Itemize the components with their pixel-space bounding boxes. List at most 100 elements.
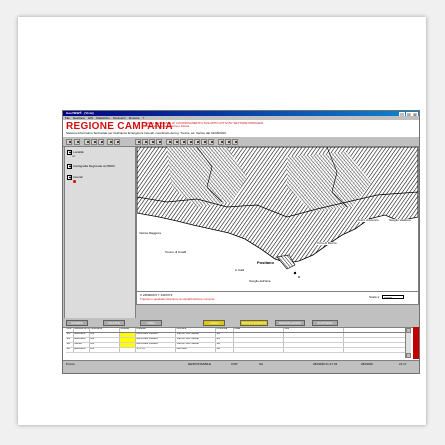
create-button[interactable]: CREA: [140, 319, 162, 326]
column-header[interactable]: Gravita: [120, 328, 136, 332]
filatte-button[interactable]: FILATTE: [103, 319, 125, 326]
scale-label: Scala 1:: [369, 295, 380, 299]
table-scrollbar[interactable]: [405, 328, 411, 358]
table-cell: BG: [90, 348, 120, 352]
label-icon[interactable]: [208, 138, 214, 145]
find-icon[interactable]: [201, 138, 207, 145]
legend-icon[interactable]: [98, 138, 104, 145]
table-cell: SA: [66, 343, 74, 347]
identify-icon[interactable]: [180, 138, 186, 145]
table-cell: Elicottero: [74, 338, 90, 342]
pointer-icon[interactable]: [135, 138, 141, 145]
layer-incendi[interactable]: Incendi: [67, 175, 83, 180]
layer-checkbox[interactable]: [67, 150, 72, 155]
status-datetime: 28/09/99 21:17:33: [313, 361, 338, 366]
table-cell: [234, 343, 284, 347]
column-header[interactable]: Comune: [176, 328, 216, 332]
events-table: Cod Metodo Arrivo Operatore Gravita Loca…: [63, 327, 419, 360]
layers-icon[interactable]: [84, 138, 90, 145]
column-header[interactable]: Data: [234, 328, 284, 332]
read-button[interactable]: LEGGI: [203, 319, 225, 326]
table-cell: BG: [90, 343, 120, 347]
table-cell: SA: [216, 338, 234, 342]
full-extent-icon[interactable]: [166, 138, 172, 145]
fire-icon[interactable]: [225, 138, 231, 145]
table-cell: [234, 348, 284, 352]
table-cell: [234, 338, 284, 342]
layer-label: Incendi: [73, 174, 83, 179]
table-cell: [284, 338, 344, 342]
status-role: RESPONSABILE: [188, 361, 212, 366]
map-label: Scoglio dell'Isca: [249, 279, 271, 283]
map-label: Scoglio Vadituro: [389, 218, 411, 222]
layer-checkbox[interactable]: [67, 175, 72, 180]
print-icon[interactable]: [107, 138, 113, 145]
scroll-up-icon[interactable]: [406, 328, 411, 333]
table-cell: SA: [66, 338, 74, 342]
table-cell: [120, 333, 136, 337]
pan-icon[interactable]: [156, 138, 162, 145]
zoom-in-icon[interactable]: [142, 138, 148, 145]
save-icon[interactable]: [74, 138, 80, 145]
map-label: Tovere di Amalfi: [165, 250, 187, 254]
table-right-strip: [413, 327, 419, 359]
table-cell: Elicottero: [74, 333, 90, 337]
print-button[interactable]: STAMPA: [66, 319, 88, 326]
table-cell: [120, 348, 136, 352]
table-cell: VIETRI SUL MARE: [176, 343, 216, 347]
table-cell: SA: [66, 333, 74, 337]
table-cell: SA: [216, 333, 234, 337]
status-text: Pronto: [66, 361, 75, 366]
action-bar: STAMPA FILATTE CREA LEGGI NUOVO EVENTO S…: [63, 318, 419, 327]
table-cell: S.VITO: [136, 348, 176, 352]
layer-checkbox[interactable]: [67, 164, 72, 169]
column-header[interactable]: Cod: [66, 328, 74, 332]
coordinate-bar: X 2450000.5 Y 4497272 Traccia in qualsia…: [136, 291, 419, 305]
table-cell: [284, 333, 344, 337]
app-window: GeoVIEW® - [Vista] _ □ × File Gestione G…: [62, 110, 420, 374]
table-cell: VIETRI SUL MARE: [176, 338, 216, 342]
table-cell: [284, 343, 344, 347]
select-icon[interactable]: [194, 138, 200, 145]
refresh-icon[interactable]: [218, 138, 224, 145]
column-header[interactable]: Operatore: [90, 328, 120, 332]
map-label: Positano: [257, 260, 274, 265]
new-event-button[interactable]: NUOVO EVENTO: [240, 319, 268, 326]
pending-button[interactable]: IN ATTESA: [312, 319, 338, 326]
zoom-out-icon[interactable]: [149, 138, 155, 145]
table-icon[interactable]: [91, 138, 97, 145]
column-header[interactable]: Ora: [284, 328, 344, 332]
header-info-line: Sistema Informativo Territoriale per Ord…: [66, 131, 226, 135]
previous-view-icon[interactable]: [173, 138, 179, 145]
table-cell: BG: [90, 338, 120, 342]
window-title: GeoVIEW® - [Vista]: [66, 111, 94, 115]
app-header: REGIONE CAMPANIA AREA GENERALE DI COORDI…: [63, 120, 419, 136]
map-hint: Traccia in qualsiasi direzione la visual…: [140, 297, 215, 301]
table-cell: ARIA DEL GRANO: [136, 333, 176, 337]
layer-sub-item: alt: [72, 153, 76, 158]
layer-cartografia[interactable]: Cartografia Regionale al 25000: [67, 164, 115, 169]
column-header[interactable]: Località: [136, 328, 176, 332]
table-cell: ARIA DEL GRANO: [136, 343, 176, 347]
table-cell: utente: [74, 343, 90, 347]
map-label: Li Galli: [235, 268, 245, 272]
scroll-down-icon[interactable]: [406, 353, 411, 358]
layer-localita[interactable]: Località: [67, 150, 83, 155]
scale-input[interactable]: 10000: [382, 295, 404, 300]
status-province: SA: [259, 361, 264, 366]
measure-icon[interactable]: [187, 138, 193, 145]
table-row[interactable]: SA Elicottero BG S.VITO CETARA SA: [66, 348, 411, 353]
map-view[interactable]: Vettica Maggiore Tovere di Amalfi Posita…: [136, 146, 419, 292]
open-icon[interactable]: [66, 138, 72, 145]
table-cell: SA: [216, 348, 234, 352]
table-cell: CETARA: [176, 348, 216, 352]
column-header[interactable]: Metodo Arrivo: [74, 328, 90, 332]
column-header[interactable]: Provincia: [216, 328, 234, 332]
header-subtitle: AREA GENERALE DI COORDINAMENTO SVILUPPO …: [146, 121, 326, 129]
info-icon[interactable]: [114, 138, 120, 145]
status-center: COP: [231, 361, 238, 366]
table-cell: [234, 333, 284, 337]
help-icon[interactable]: [232, 138, 238, 145]
table-cell: VIETRI SUL MARE: [176, 333, 216, 337]
reports-button[interactable]: SEGNALAZIONI: [275, 319, 305, 326]
